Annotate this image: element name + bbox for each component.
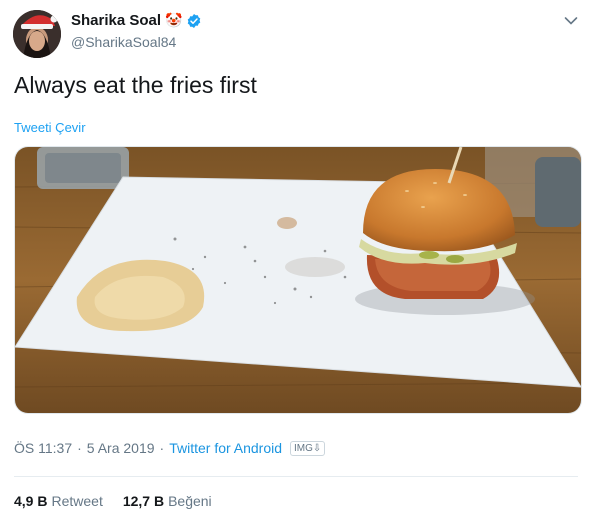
tweet-text: Always eat the fries first — [14, 72, 257, 98]
like-count: 12,7 B — [122, 493, 165, 509]
tweet-stats: 4,9 B Retweet 12,7 B Beğeni — [14, 493, 212, 509]
retweet-label: Retweet — [51, 493, 103, 509]
burger-photo-image — [15, 147, 581, 413]
chevron-down-icon[interactable] — [564, 16, 578, 26]
profile-photo — [13, 10, 61, 58]
retweet-count: 4,9 B — [14, 493, 48, 509]
meta-separator: · — [77, 440, 82, 456]
img-download-badge[interactable]: IMG⇩ — [290, 440, 326, 456]
tweet-source-link[interactable]: Twitter for Android — [169, 440, 282, 456]
translate-tweet-link[interactable]: Tweeti Çevir — [14, 120, 86, 135]
tweet-time[interactable]: ÖS 11:37 — [14, 440, 72, 456]
avatar[interactable] — [13, 10, 61, 58]
tweet-photo[interactable] — [14, 146, 582, 414]
verified-badge-icon — [188, 13, 201, 28]
tweet-meta: ÖS 11:37 · 5 Ara 2019 · Twitter for Andr… — [14, 440, 326, 456]
like-label: Beğeni — [168, 493, 212, 509]
clown-emoji: 🤡 — [165, 12, 183, 28]
author-name-row[interactable]: Sharika Soal 🤡 — [71, 12, 202, 29]
retweet-stat[interactable]: 4,9 B Retweet — [14, 493, 103, 509]
author-name[interactable]: Sharika Soal — [71, 12, 161, 29]
divider — [14, 476, 578, 477]
like-stat[interactable]: 12,7 B Beğeni — [123, 493, 212, 509]
meta-separator: · — [159, 440, 165, 456]
author-handle[interactable]: @SharikaSoal84 — [71, 34, 176, 50]
tweet-date[interactable]: 5 Ara 2019 — [87, 440, 155, 456]
